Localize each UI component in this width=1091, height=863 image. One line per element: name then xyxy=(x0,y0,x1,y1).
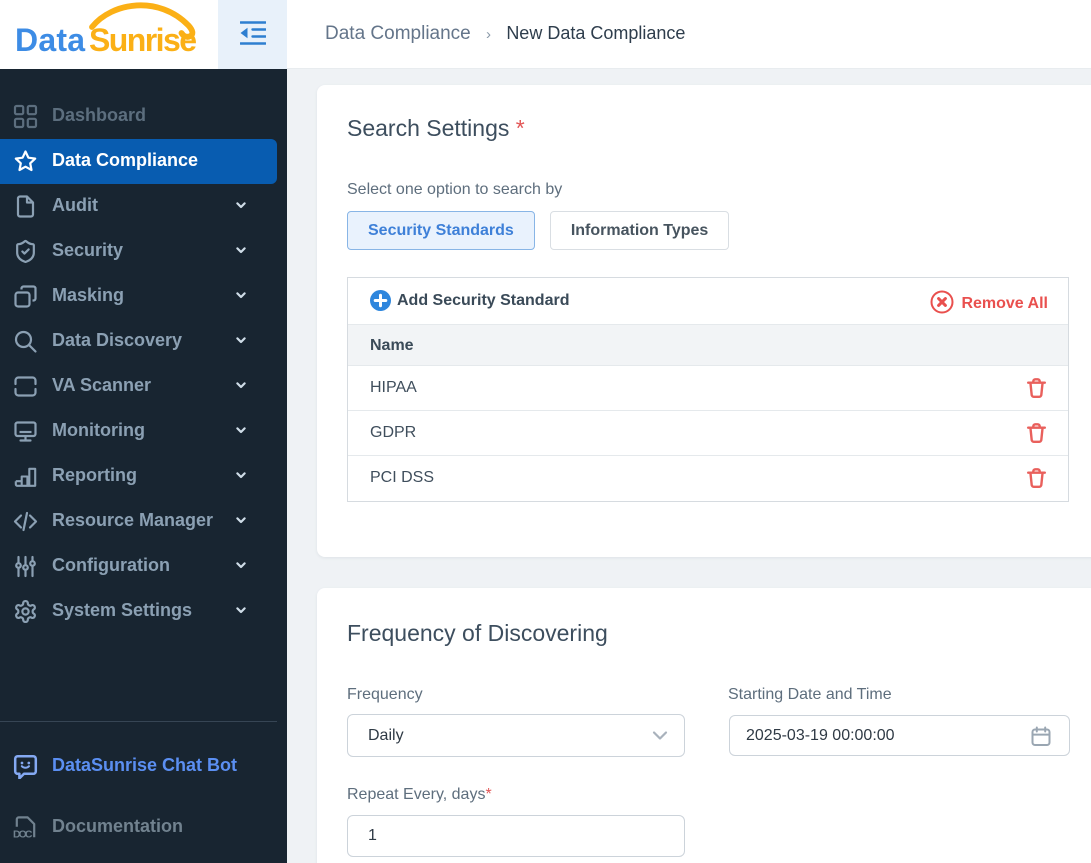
svg-text:Data: Data xyxy=(15,22,85,58)
svg-text:Sunrise: Sunrise xyxy=(89,22,197,58)
svg-text:DOC: DOC xyxy=(13,829,33,841)
